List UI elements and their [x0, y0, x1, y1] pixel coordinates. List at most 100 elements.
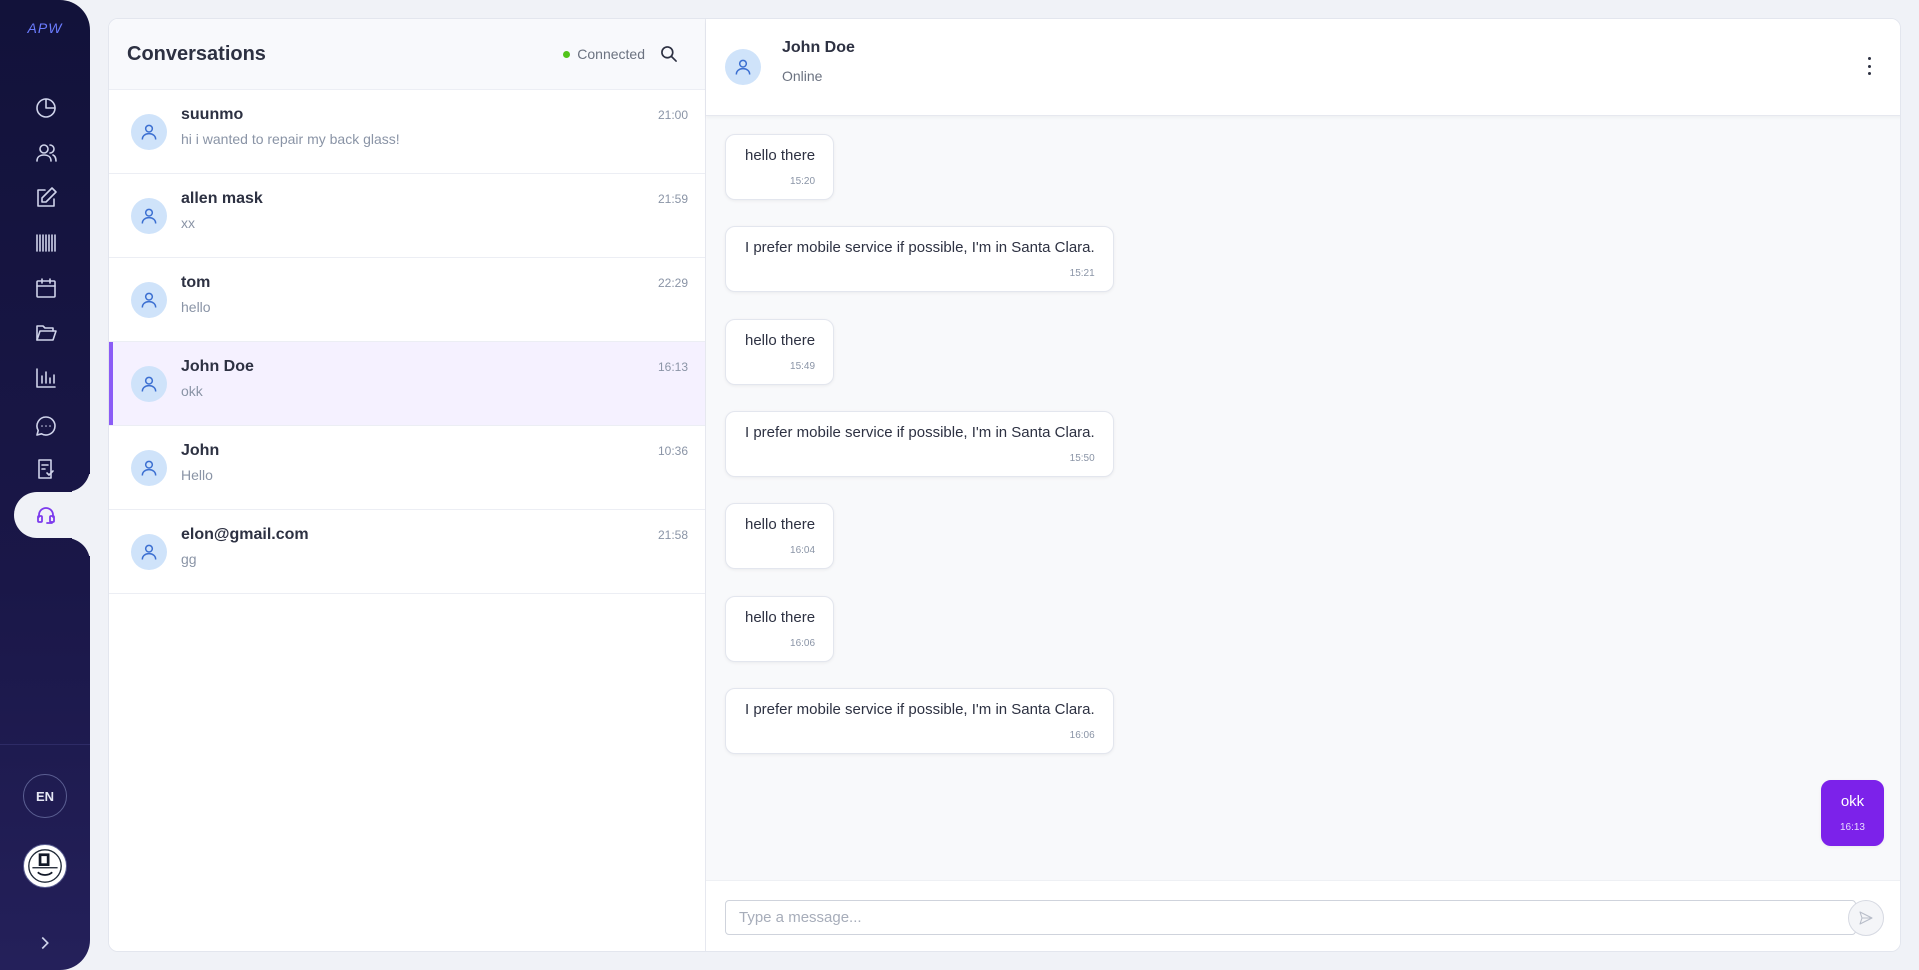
conversation-item[interactable]: John Hello 10:36 — [109, 426, 705, 510]
message-bubble-incoming: I prefer mobile service if possible, I'm… — [725, 411, 1114, 477]
nav-item-inventory[interactable] — [26, 226, 66, 260]
nav-item-reports[interactable] — [26, 361, 66, 395]
user-icon — [141, 544, 157, 560]
app-logo[interactable]: APW — [0, 20, 90, 36]
user-avatar[interactable] — [23, 844, 67, 888]
message-preview: gg — [181, 551, 197, 567]
more-options-button[interactable] — [1866, 57, 1872, 75]
user-icon — [141, 292, 157, 308]
message-time: 21:59 — [657, 192, 688, 206]
user-avatar-icon — [28, 849, 62, 883]
chat-bubble-icon — [36, 416, 56, 436]
user-icon — [141, 208, 157, 224]
message-time: 22:29 — [657, 276, 688, 290]
message-text: hello there — [745, 332, 816, 349]
send-button[interactable] — [1848, 900, 1884, 936]
nav-item-users[interactable] — [26, 136, 66, 170]
message-preview: okk — [181, 383, 203, 399]
message-text: hello there — [745, 516, 816, 533]
contact-avatar — [131, 282, 167, 318]
chat-window: John Doe Online hello there 15:20 I pref… — [706, 19, 1900, 951]
contact-avatar — [131, 198, 167, 234]
message-bubble-incoming: hello there 15:49 — [725, 319, 835, 385]
contact-name: tom — [181, 274, 211, 291]
nav-item-files[interactable] — [26, 316, 66, 350]
barcode-icon — [36, 234, 56, 252]
conversation-list-pane: Conversations Connected suunmo hi i want… — [109, 19, 706, 951]
nav-item-dashboard[interactable] — [26, 91, 66, 125]
message-bubble-outgoing: okk 16:13 — [1820, 780, 1884, 846]
user-icon — [141, 376, 157, 392]
message-timestamp: 15:50 — [1069, 453, 1095, 464]
language-switcher[interactable]: EN — [23, 774, 67, 818]
search-icon — [661, 46, 677, 62]
message-timestamp: 16:04 — [790, 545, 816, 556]
message-time: 16:13 — [657, 360, 688, 374]
message-time: 21:00 — [657, 108, 688, 122]
message-text: okk — [1840, 793, 1865, 810]
message-time: 21:58 — [657, 528, 688, 542]
nav-item-support-icon-wrap[interactable] — [34, 503, 58, 527]
message-input[interactable] — [725, 900, 1856, 935]
contact-avatar — [131, 450, 167, 486]
contact-name: allen mask — [181, 190, 263, 207]
conversation-item[interactable]: tom hello 22:29 — [109, 258, 705, 342]
folder-open-icon — [36, 325, 57, 341]
message-timestamp: 16:13 — [1839, 822, 1865, 833]
contact-name: John — [181, 442, 220, 459]
nav-item-edit[interactable] — [26, 181, 66, 215]
message-bubble-incoming: hello there 16:04 — [725, 503, 835, 569]
conversations-title: Conversations — [127, 42, 266, 65]
users-icon — [36, 144, 57, 162]
message-composer — [706, 880, 1900, 951]
contact-avatar — [131, 534, 167, 570]
messaging-panel: Conversations Connected suunmo hi i want… — [108, 18, 1901, 952]
conversation-item-active[interactable]: John Doe okk 16:13 — [109, 342, 705, 426]
message-timestamp: 16:06 — [1069, 730, 1095, 741]
conversation-item[interactable]: elon@gmail.com gg 21:58 — [109, 510, 705, 594]
more-vertical-icon — [1867, 57, 1871, 60]
bar-chart-icon — [36, 368, 56, 388]
message-preview: Hello — [181, 467, 213, 483]
message-timestamp: 15:21 — [1069, 268, 1095, 279]
support-headset-icon — [37, 507, 55, 524]
message-text: I prefer mobile service if possible, I'm… — [745, 701, 1095, 718]
message-timestamp: 15:20 — [790, 176, 816, 187]
connection-status: Connected — [563, 46, 645, 62]
chat-contact-name: John Doe — [782, 39, 855, 56]
message-text: I prefer mobile service if possible, I'm… — [745, 239, 1095, 256]
contact-avatar — [131, 114, 167, 150]
user-icon — [141, 124, 157, 140]
message-bubble-incoming: I prefer mobile service if possible, I'm… — [725, 688, 1114, 754]
send-icon — [1859, 911, 1873, 925]
edit-icon — [37, 187, 57, 207]
message-bubble-incoming: hello there 15:20 — [725, 134, 835, 200]
nav-divider — [0, 744, 90, 745]
contact-avatar — [131, 366, 167, 402]
message-preview: xx — [181, 215, 195, 231]
nav-rail: APW EN — [0, 0, 90, 970]
contact-name: suunmo — [181, 106, 244, 123]
conversation-item[interactable]: allen mask xx 21:59 — [109, 174, 705, 258]
message-timestamp: 16:06 — [790, 638, 816, 649]
invoice-icon — [38, 459, 54, 479]
chevron-right-icon — [41, 936, 49, 950]
contact-name: John Doe — [181, 358, 254, 375]
connection-status-text: Connected — [577, 46, 645, 62]
chat-header: John Doe Online — [706, 19, 1900, 116]
pie-chart-icon — [36, 98, 56, 118]
status-dot-icon — [563, 50, 571, 58]
search-button[interactable] — [659, 44, 679, 64]
message-text: hello there — [745, 147, 816, 164]
calendar-icon — [36, 278, 56, 298]
contact-name: elon@gmail.com — [181, 526, 309, 543]
message-preview: hello — [181, 299, 211, 315]
message-text: I prefer mobile service if possible, I'm… — [745, 424, 1095, 441]
nav-item-calendar[interactable] — [26, 271, 66, 305]
expand-sidebar-button[interactable] — [34, 932, 56, 954]
message-text: hello there — [745, 609, 816, 626]
nav-item-messages[interactable] — [26, 409, 66, 443]
chat-contact-status: Online — [782, 68, 823, 84]
conversation-item[interactable]: suunmo hi i wanted to repair my back gla… — [109, 90, 705, 174]
user-icon — [141, 460, 157, 476]
